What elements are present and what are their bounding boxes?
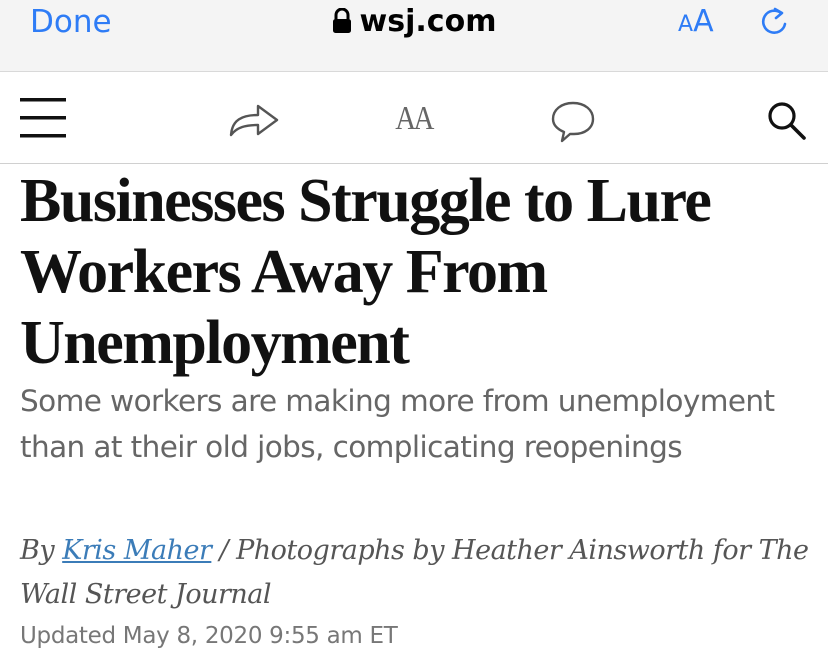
- byline: By Kris Maher / Photographs by Heather A…: [20, 529, 820, 617]
- byline-prefix: By: [20, 535, 63, 566]
- text-size-icon[interactable]: AA: [395, 100, 434, 138]
- author-link[interactable]: Kris Maher: [62, 535, 212, 566]
- browser-top-bar: Done wsj.com AA: [0, 0, 828, 72]
- lock-icon: [332, 7, 352, 49]
- menu-icon[interactable]: [20, 98, 66, 143]
- article-headline: Businesses Struggle to Lure Workers Away…: [20, 167, 712, 377]
- comment-icon[interactable]: [550, 100, 596, 149]
- updated-timestamp: Updated May 8, 2020 9:55 am ET: [20, 623, 398, 649]
- search-icon[interactable]: [766, 100, 808, 147]
- article-dek: Some workers are making more from unempl…: [20, 384, 775, 464]
- reload-icon[interactable]: [758, 4, 792, 45]
- share-icon[interactable]: [228, 102, 280, 143]
- wsj-toolbar: AA: [0, 72, 828, 164]
- reader-text-size-button[interactable]: AA: [678, 3, 714, 45]
- aa-big-glyph: A: [693, 4, 714, 39]
- aa-small-glyph: A: [678, 12, 694, 37]
- url-text: wsj.com: [359, 4, 497, 39]
